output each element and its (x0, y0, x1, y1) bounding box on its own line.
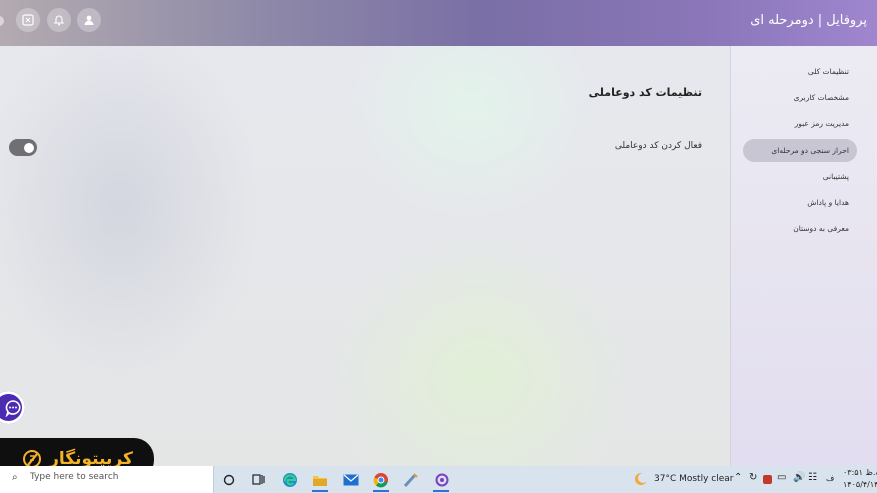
task-view-icon (252, 474, 265, 485)
app-header: پروفایل | دومرحله ای (0, 0, 877, 46)
paintbrush-icon (403, 472, 418, 487)
tray-app-icon[interactable] (763, 475, 772, 484)
main-content: تنظیمات کد دوعاملی فعال کردن کد دوعاملی (0, 46, 730, 466)
chat-icon (5, 399, 21, 417)
header-button-partial[interactable] (0, 16, 4, 26)
user-icon (84, 15, 94, 25)
notifications-button[interactable] (47, 8, 71, 32)
sidebar-item-rewards[interactable]: هدایا و پاداش (743, 191, 857, 214)
sidebar-item-general[interactable]: تنظیمات کلی (743, 60, 857, 83)
cortana-button[interactable] (218, 469, 239, 490)
bell-icon (53, 15, 65, 26)
edge-icon (282, 472, 297, 487)
edge-taskbar-button[interactable] (279, 469, 300, 490)
weather-icon (635, 473, 648, 485)
volume-icon[interactable]: 🔊 (793, 472, 805, 483)
section-title: تنظیمات کد دوعاملی (588, 86, 702, 99)
app-icon (435, 473, 448, 486)
mail-taskbar-button[interactable] (340, 469, 361, 490)
chrome-icon (373, 472, 388, 487)
settings-sidebar: تنظیمات کلی مشخصات کاربری مدیریت رمز عبو… (730, 46, 877, 466)
taskbar-search[interactable]: ⌕ Type here to search (0, 466, 214, 493)
page-title: پروفایل | دومرحله ای (750, 13, 867, 28)
tray-chevron-icon[interactable]: ⌃ (734, 472, 742, 483)
sidebar-item-profile[interactable]: مشخصات کاربری (743, 86, 857, 109)
cortana-icon (223, 474, 234, 485)
folder-icon (312, 475, 327, 486)
active-indicator-app (433, 490, 449, 492)
clock-time[interactable]: ۰۳:۵۱ ب.ظ (843, 468, 877, 477)
network-icon[interactable]: ▭ (777, 472, 786, 483)
task-view-button[interactable] (248, 469, 269, 490)
sidebar-item-two-factor[interactable]: احراز سنجی دو مرحله‌ای (743, 139, 857, 162)
profile-button[interactable] (77, 8, 101, 32)
input-language[interactable]: ف (826, 474, 834, 483)
search-placeholder: Type here to search (30, 472, 119, 482)
sync-icon[interactable]: ↻ (749, 472, 757, 483)
sidebar-item-support[interactable]: پشتیبانی (743, 165, 857, 188)
clock-date[interactable]: ۱۴۰۵/۴/۱۴ (843, 480, 877, 489)
wifi-icon[interactable]: ☷ (808, 472, 817, 483)
sidebar-item-password[interactable]: مدیریت رمز عبور (743, 112, 857, 135)
calculator-icon (22, 14, 34, 26)
active-indicator-chrome (373, 490, 389, 492)
mail-icon (343, 474, 358, 485)
app-taskbar-button[interactable] (431, 469, 452, 490)
toggle-knob (24, 142, 34, 153)
two-factor-setting-label: فعال کردن کد دوعاملی (614, 141, 702, 151)
sidebar-item-referral[interactable]: معرفی به دوستان (743, 217, 857, 240)
windows-taskbar: ⌕ Type here to search 37°C Mostly clear … (0, 466, 877, 493)
active-indicator (312, 490, 328, 492)
search-icon: ⌕ (12, 472, 18, 483)
file-explorer-taskbar-button[interactable] (309, 469, 330, 490)
chrome-taskbar-button[interactable] (370, 469, 391, 490)
paint-taskbar-button[interactable] (400, 469, 421, 490)
calculator-button[interactable] (16, 8, 40, 32)
two-factor-toggle[interactable] (9, 139, 37, 156)
weather-status[interactable]: 37°C Mostly clear (654, 474, 733, 484)
